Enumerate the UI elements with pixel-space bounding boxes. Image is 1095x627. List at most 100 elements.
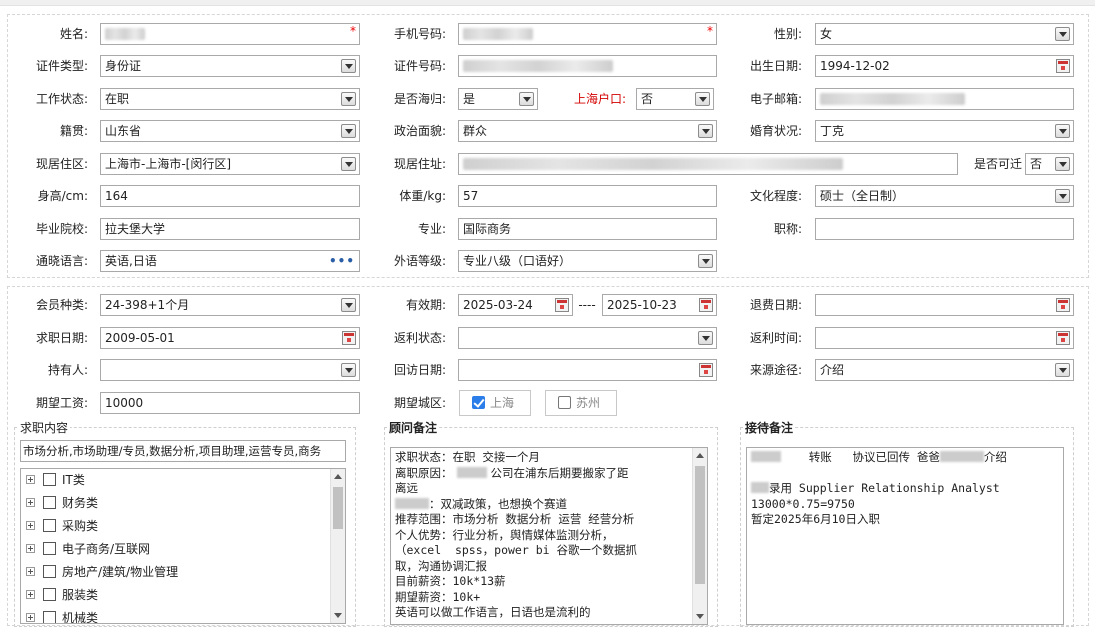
- tree-node[interactable]: 财务类: [26, 493, 98, 513]
- calendar-icon[interactable]: [1056, 331, 1070, 345]
- member-type-select[interactable]: 24-398+1个月: [100, 294, 360, 316]
- returnee-select[interactable]: 是: [458, 88, 538, 110]
- validity-end-input[interactable]: 2025-10-23: [602, 294, 717, 316]
- chevron-down-icon[interactable]: [519, 92, 534, 106]
- chevron-down-icon[interactable]: [341, 59, 356, 73]
- calendar-icon[interactable]: [1056, 298, 1070, 312]
- checkbox-checked-icon[interactable]: [472, 396, 485, 409]
- city-option-suzhou[interactable]: 苏州: [545, 390, 617, 416]
- shanghai-hukou-select[interactable]: 否: [636, 88, 714, 110]
- id-type-select[interactable]: 身份证: [100, 55, 360, 77]
- chevron-down-icon[interactable]: [341, 363, 356, 377]
- name-input[interactable]: *: [100, 23, 360, 45]
- chevron-down-icon[interactable]: [698, 331, 713, 345]
- rebate-status-select[interactable]: [458, 327, 717, 349]
- refund-date-input[interactable]: [815, 294, 1074, 316]
- expand-icon[interactable]: [26, 498, 35, 507]
- id-type-value: 身份证: [105, 59, 142, 73]
- residence-address-input[interactable]: [458, 153, 958, 175]
- weight-input[interactable]: 57: [458, 185, 717, 207]
- checkbox-unchecked-icon[interactable]: [43, 565, 56, 578]
- chevron-down-icon[interactable]: [1055, 157, 1070, 171]
- revisit-date-input[interactable]: [458, 359, 717, 381]
- work-status-select[interactable]: 在职: [100, 88, 360, 110]
- expand-icon[interactable]: [26, 567, 35, 576]
- expand-icon[interactable]: [26, 475, 35, 484]
- chevron-down-icon[interactable]: [698, 124, 713, 138]
- gender-select[interactable]: 女: [815, 23, 1074, 45]
- city-option-shanghai[interactable]: 上海: [459, 390, 531, 416]
- chevron-down-icon[interactable]: [1055, 363, 1070, 377]
- marital-select[interactable]: 丁克: [815, 120, 1074, 142]
- expected-salary-input[interactable]: 10000: [100, 392, 360, 414]
- holder-select[interactable]: [100, 359, 360, 381]
- reception-notes-textarea[interactable]: 转账 协议已回传 爸爸 介绍 录用 Supplier Relationship An…: [746, 447, 1064, 625]
- advisor-notes-scrollbar[interactable]: [692, 448, 707, 624]
- tree-node[interactable]: 服装类: [26, 585, 98, 605]
- expand-icon[interactable]: [26, 590, 35, 599]
- chevron-down-icon[interactable]: [341, 124, 356, 138]
- job-summary-input[interactable]: 市场分析,市场助理/专员,数据分析,项目助理,运营专员,商务: [20, 440, 346, 462]
- scroll-thumb[interactable]: [333, 487, 343, 529]
- chevron-down-icon[interactable]: [1055, 189, 1070, 203]
- scroll-thumb[interactable]: [695, 466, 705, 584]
- calendar-icon[interactable]: [555, 298, 569, 312]
- calendar-icon[interactable]: [1056, 59, 1070, 73]
- calendar-icon[interactable]: [699, 363, 713, 377]
- job-title-input[interactable]: [815, 218, 1074, 240]
- scroll-down-icon[interactable]: [696, 614, 704, 619]
- chevron-down-icon[interactable]: [695, 92, 710, 106]
- checkbox-unchecked-icon[interactable]: [43, 496, 56, 509]
- phone-input[interactable]: *: [458, 23, 717, 45]
- tree-node[interactable]: 机械类: [26, 608, 98, 623]
- chevron-down-icon[interactable]: [341, 298, 356, 312]
- more-options-icon[interactable]: •••: [329, 251, 355, 271]
- validity-start-input[interactable]: 2025-03-24: [458, 294, 573, 316]
- email-input[interactable]: [815, 88, 1074, 110]
- tree-scrollbar[interactable]: [330, 469, 345, 623]
- height-input[interactable]: 164: [100, 185, 360, 207]
- school-input[interactable]: 拉夫堡大学: [100, 218, 360, 240]
- source-select[interactable]: 介绍: [815, 359, 1074, 381]
- relocate-select[interactable]: 否: [1025, 153, 1074, 175]
- scroll-down-icon[interactable]: [334, 613, 342, 618]
- expand-icon[interactable]: [26, 613, 35, 622]
- chevron-down-icon[interactable]: [1055, 124, 1070, 138]
- chevron-down-icon[interactable]: [341, 157, 356, 171]
- job-category-tree[interactable]: IT类 财务类 采购类 电子商务/互联网 房地产/建筑/物业管理 服装类 机械类: [20, 468, 346, 624]
- id-number-input[interactable]: [458, 55, 717, 77]
- tree-node[interactable]: 房地产/建筑/物业管理: [26, 562, 178, 582]
- birth-date-input[interactable]: 1994-12-02: [815, 55, 1074, 77]
- checkbox-unchecked-icon[interactable]: [43, 588, 56, 601]
- expand-icon[interactable]: [26, 521, 35, 530]
- checkbox-unchecked-icon[interactable]: [43, 473, 56, 486]
- tree-node[interactable]: 采购类: [26, 516, 98, 536]
- checkbox-unchecked-icon[interactable]: [43, 611, 56, 623]
- note-line: 离远: [395, 481, 418, 495]
- tree-node[interactable]: IT类: [26, 470, 85, 490]
- scroll-up-icon[interactable]: [696, 453, 704, 458]
- major-input[interactable]: 国际商务: [458, 218, 717, 240]
- validity-label: 有效期:: [405, 298, 446, 312]
- checkbox-unchecked-icon[interactable]: [43, 542, 56, 555]
- chevron-down-icon[interactable]: [341, 92, 356, 106]
- education-select[interactable]: 硕士（全日制）: [815, 185, 1074, 207]
- tree-node[interactable]: 电子商务/互联网: [26, 539, 150, 559]
- rebate-time-input[interactable]: [815, 327, 1074, 349]
- advisor-notes-textarea[interactable]: 求职状态：在职 交接一个月 离职原因： 公司在浦东后期要搬家了距 离远 ：双减政策，也想…: [390, 447, 708, 625]
- origin-select[interactable]: 山东省: [100, 120, 360, 142]
- calendar-icon[interactable]: [699, 298, 713, 312]
- chevron-down-icon[interactable]: [698, 254, 713, 268]
- note-line: 录用 Supplier Relationship Analyst: [751, 481, 1059, 497]
- scroll-up-icon[interactable]: [334, 474, 342, 479]
- languages-input[interactable]: 英语,日语 •••: [100, 250, 360, 272]
- residence-area-select[interactable]: 上海市-上海市-[闵行区]: [100, 153, 360, 175]
- foreign-level-select[interactable]: 专业八级（口语好）: [458, 250, 717, 272]
- seek-date-input[interactable]: 2009-05-01: [100, 327, 360, 349]
- chevron-down-icon[interactable]: [1055, 27, 1070, 41]
- calendar-icon[interactable]: [342, 331, 356, 345]
- checkbox-unchecked-icon[interactable]: [43, 519, 56, 532]
- expand-icon[interactable]: [26, 544, 35, 553]
- political-select[interactable]: 群众: [458, 120, 717, 142]
- checkbox-unchecked-icon[interactable]: [558, 396, 571, 409]
